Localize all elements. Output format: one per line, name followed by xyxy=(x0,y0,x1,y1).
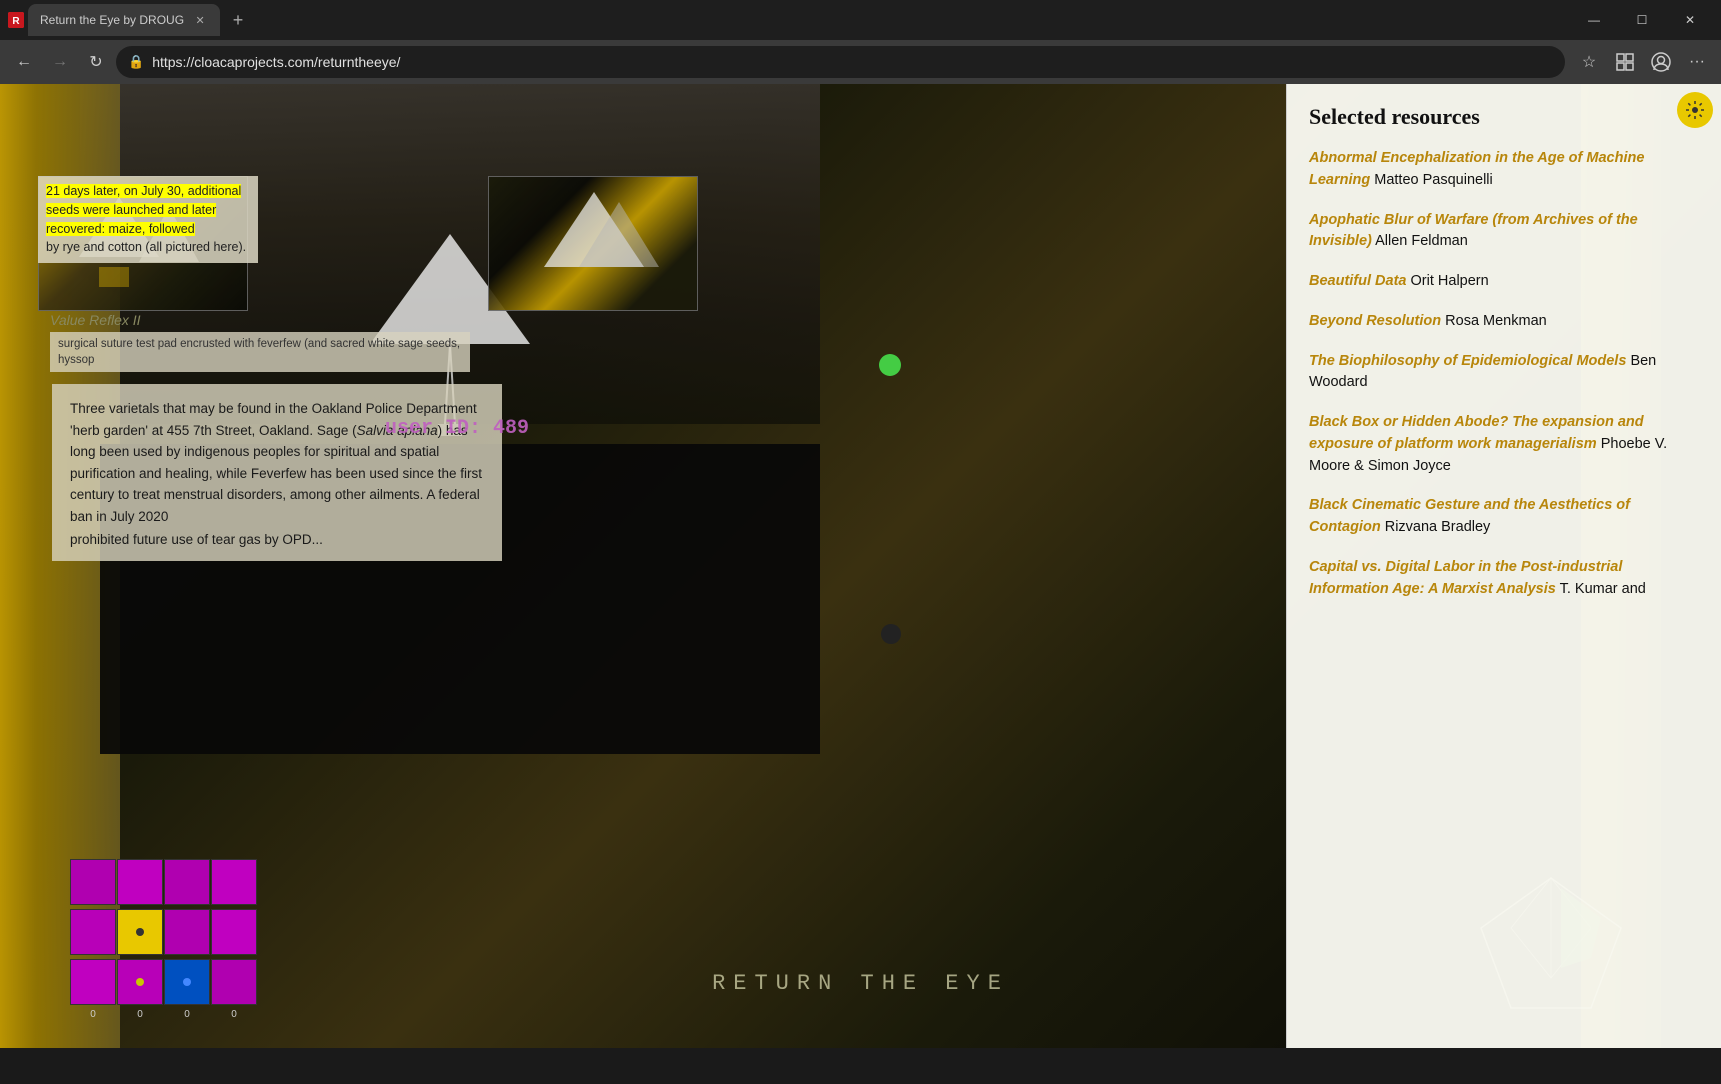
resource-item-3[interactable]: Beyond Resolution Rosa Menkman xyxy=(1309,311,1701,333)
thumbnail-image-right xyxy=(488,176,698,311)
window-controls: — ☐ ✕ xyxy=(1571,4,1713,36)
settings-badge[interactable] xyxy=(1677,92,1713,128)
navigation-toolbar: ← → ↻ 🔒 https://cloacaprojects.com/retur… xyxy=(0,40,1721,84)
user-id-display: user ID: 489 xyxy=(385,417,529,440)
refresh-button[interactable]: ↻ xyxy=(80,46,112,78)
highlighted-text-1: 21 days later, on July 30, additional se… xyxy=(46,184,241,236)
lock-icon: 🔒 xyxy=(128,54,144,70)
title-bar: R Return the Eye by DROUG ✕ + — ☐ ✕ xyxy=(0,0,1721,40)
page-content-area: 21 days later, on July 30, additional se… xyxy=(0,84,1721,1048)
back-button[interactable]: ← xyxy=(8,46,40,78)
resource-item-5[interactable]: Black Box or Hidden Abode? The expansion… xyxy=(1309,412,1701,477)
resource-item-2[interactable]: Beautiful Data Orit Halpern xyxy=(1309,271,1701,293)
collections-icon[interactable] xyxy=(1609,46,1641,78)
resource-item-0[interactable]: Abnormal Encephalization in the Age of M… xyxy=(1309,148,1701,192)
color-cell-2-1[interactable] xyxy=(117,959,163,1005)
resource-title-2: Beautiful Data xyxy=(1309,273,1407,289)
main-text-overlay: Three varietals that may be found in the… xyxy=(52,384,502,561)
selected-resources-title: Selected resources xyxy=(1309,104,1701,130)
color-label-3: 0 xyxy=(211,1009,257,1020)
more-options-button[interactable]: ··· xyxy=(1681,46,1713,78)
color-label-1: 0 xyxy=(117,1009,163,1020)
toolbar-actions: ☆ ··· xyxy=(1573,46,1713,78)
color-cell-0-0[interactable] xyxy=(70,859,116,905)
green-indicator xyxy=(879,354,901,376)
active-tab[interactable]: Return the Eye by DROUG ✕ xyxy=(28,4,220,36)
color-cell-0-1[interactable] xyxy=(117,859,163,905)
maximize-button[interactable]: ☐ xyxy=(1619,4,1665,36)
forward-button[interactable]: → xyxy=(44,46,76,78)
resource-title-4: The Biophilosophy of Epidemiological Mod… xyxy=(1309,353,1626,369)
close-button[interactable]: ✕ xyxy=(1667,4,1713,36)
browser-chrome: R Return the Eye by DROUG ✕ + — ☐ ✕ ← → … xyxy=(0,0,1721,84)
new-tab-button[interactable]: + xyxy=(224,6,252,34)
selected-resources-panel: Selected resources Abnormal Encephalizat… xyxy=(1286,84,1721,1048)
color-label-0: 0 xyxy=(70,1009,116,1020)
color-cell-1-0[interactable] xyxy=(70,909,116,955)
favorites-icon[interactable]: ☆ xyxy=(1573,46,1605,78)
color-cell-1-2[interactable] xyxy=(164,909,210,955)
resource-item-6[interactable]: Black Cinematic Gesture and the Aestheti… xyxy=(1309,495,1701,539)
color-cell-1-3[interactable] xyxy=(211,909,257,955)
color-cell-2-3[interactable] xyxy=(211,959,257,1005)
minimize-button[interactable]: — xyxy=(1571,4,1617,36)
color-label-2: 0 xyxy=(164,1009,210,1020)
surgical-text-overlay: surgical suture test pad encrusted with … xyxy=(50,332,470,372)
color-cell-1-1-yellow[interactable] xyxy=(117,909,163,955)
dark-indicator xyxy=(881,624,901,644)
resource-item-1[interactable]: Apophatic Blur of Warfare (from Archives… xyxy=(1309,210,1701,254)
color-grid-widget: 0 0 0 0 xyxy=(70,859,257,1020)
url-text: https://cloacaprojects.com/returntheeye/ xyxy=(152,54,1553,70)
color-cell-2-0[interactable] xyxy=(70,959,116,1005)
account-icon[interactable] xyxy=(1645,46,1677,78)
resource-title-3: Beyond Resolution xyxy=(1309,313,1441,329)
value-reflex-label: Value Reflex II xyxy=(50,312,141,328)
tab-close-button[interactable]: ✕ xyxy=(192,12,208,28)
resource-title-5: Black Box or Hidden Abode? The expansion… xyxy=(1309,414,1644,452)
address-bar[interactable]: 🔒 https://cloacaprojects.com/returntheey… xyxy=(116,46,1565,78)
resource-title-1: Apophatic Blur of Warfare (from Archives… xyxy=(1309,212,1638,250)
resource-item-7[interactable]: Capital vs. Digital Labor in the Post-in… xyxy=(1309,557,1701,601)
color-cell-0-3[interactable] xyxy=(211,859,257,905)
text-overlay-top: 21 days later, on July 30, additional se… xyxy=(38,176,258,263)
tab-title: Return the Eye by DROUG xyxy=(40,13,184,27)
tab-favicon: R xyxy=(8,12,24,28)
color-cell-2-2-blue[interactable] xyxy=(164,959,210,1005)
return-eye-title: RETURN THE EYE xyxy=(712,971,1009,996)
svg-text:R: R xyxy=(12,16,20,27)
color-cell-0-2[interactable] xyxy=(164,859,210,905)
resource-item-4[interactable]: The Biophilosophy of Epidemiological Mod… xyxy=(1309,351,1701,395)
